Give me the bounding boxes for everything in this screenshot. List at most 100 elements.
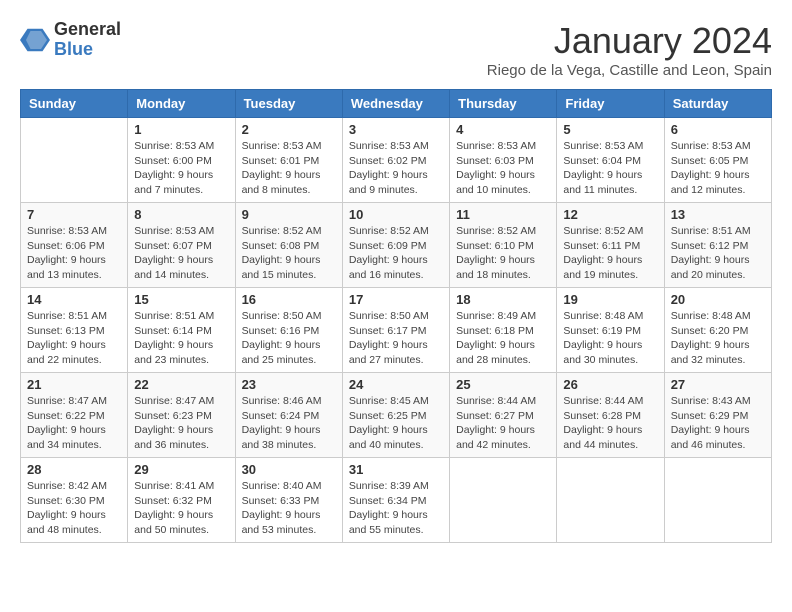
calendar-cell: 23Sunrise: 8:46 AM Sunset: 6:24 PM Dayli… bbox=[235, 373, 342, 458]
day-number: 20 bbox=[671, 292, 765, 307]
calendar-table: SundayMondayTuesdayWednesdayThursdayFrid… bbox=[20, 89, 772, 543]
calendar-body: 1 Sunrise: 8:53 AM Sunset: 6:00 PM Daylig… bbox=[21, 118, 772, 543]
day-number: 23 bbox=[242, 377, 336, 392]
day-info: Sunrise: 8:41 AM Sunset: 6:32 PM Dayligh… bbox=[134, 479, 228, 538]
calendar-cell bbox=[21, 118, 128, 203]
calendar-cell: 27 Sunrise: 8:43 AM Sunset: 6:29 PM Dayli… bbox=[664, 373, 771, 458]
logo-blue-text: Blue bbox=[54, 40, 121, 60]
calendar-cell: 4Sunrise: 8:53 AM Sunset: 6:03 PM Daylig… bbox=[450, 118, 557, 203]
calendar-cell: 11Sunrise: 8:52 AM Sunset: 6:10 PM Dayli… bbox=[450, 203, 557, 288]
logo: General Blue bbox=[20, 20, 121, 60]
day-info: Sunrise: 8:53 AM Sunset: 6:02 PM Dayligh… bbox=[349, 139, 443, 198]
day-number: 6 bbox=[671, 122, 765, 137]
day-number: 22 bbox=[134, 377, 228, 392]
calendar-cell: 7 Sunrise: 8:53 AM Sunset: 6:06 PM Daylig… bbox=[21, 203, 128, 288]
day-info: Sunrise: 8:43 AM Sunset: 6:29 PM Dayligh… bbox=[671, 394, 765, 453]
calendar-cell bbox=[450, 458, 557, 543]
day-info: Sunrise: 8:45 AM Sunset: 6:25 PM Dayligh… bbox=[349, 394, 443, 453]
calendar-cell: 19 Sunrise: 8:48 AM Sunset: 6:19 PM Dayli… bbox=[557, 288, 664, 373]
day-number: 7 bbox=[27, 207, 121, 222]
calendar-cell: 26 Sunrise: 8:44 AM Sunset: 6:28 PM Dayli… bbox=[557, 373, 664, 458]
calendar-cell: 28Sunrise: 8:42 AM Sunset: 6:30 PM Dayli… bbox=[21, 458, 128, 543]
calendar-cell bbox=[664, 458, 771, 543]
calendar-cell: 21Sunrise: 8:47 AM Sunset: 6:22 PM Dayli… bbox=[21, 373, 128, 458]
day-info: Sunrise: 8:48 AM Sunset: 6:19 PM Dayligh… bbox=[563, 309, 657, 368]
page-header: General Blue January 2024 Riego de la Ve… bbox=[20, 20, 772, 79]
weekday-header-saturday: Saturday bbox=[664, 90, 771, 118]
logo-text: General Blue bbox=[54, 20, 121, 60]
day-info: Sunrise: 8:44 AM Sunset: 6:28 PM Dayligh… bbox=[563, 394, 657, 453]
day-info: Sunrise: 8:52 AM Sunset: 6:09 PM Dayligh… bbox=[349, 224, 443, 283]
day-number: 13 bbox=[671, 207, 765, 222]
day-number: 2 bbox=[242, 122, 336, 137]
day-info: Sunrise: 8:53 AM Sunset: 6:00 PM Dayligh… bbox=[134, 139, 228, 198]
day-number: 4 bbox=[456, 122, 550, 137]
calendar-cell bbox=[557, 458, 664, 543]
calendar-cell: 8Sunrise: 8:53 AM Sunset: 6:07 PM Daylig… bbox=[128, 203, 235, 288]
day-info: Sunrise: 8:53 AM Sunset: 6:05 PM Dayligh… bbox=[671, 139, 765, 198]
day-info: Sunrise: 8:53 AM Sunset: 6:06 PM Dayligh… bbox=[27, 224, 121, 283]
day-info: Sunrise: 8:51 AM Sunset: 6:12 PM Dayligh… bbox=[671, 224, 765, 283]
day-info: Sunrise: 8:47 AM Sunset: 6:22 PM Dayligh… bbox=[27, 394, 121, 453]
calendar-week-row: 1 Sunrise: 8:53 AM Sunset: 6:00 PM Daylig… bbox=[21, 118, 772, 203]
logo-icon bbox=[20, 25, 50, 55]
weekday-header-sunday: Sunday bbox=[21, 90, 128, 118]
day-info: Sunrise: 8:40 AM Sunset: 6:33 PM Dayligh… bbox=[242, 479, 336, 538]
day-info: Sunrise: 8:50 AM Sunset: 6:16 PM Dayligh… bbox=[242, 309, 336, 368]
day-number: 1 bbox=[134, 122, 228, 137]
day-info: Sunrise: 8:44 AM Sunset: 6:27 PM Dayligh… bbox=[456, 394, 550, 453]
calendar-subtitle: Riego de la Vega, Castille and Leon, Spa… bbox=[487, 62, 772, 79]
calendar-cell: 24 Sunrise: 8:45 AM Sunset: 6:25 PM Dayli… bbox=[342, 373, 449, 458]
day-number: 25 bbox=[456, 377, 550, 392]
calendar-cell: 14 Sunrise: 8:51 AM Sunset: 6:13 PM Dayli… bbox=[21, 288, 128, 373]
weekday-header-friday: Friday bbox=[557, 90, 664, 118]
day-number: 16 bbox=[242, 292, 336, 307]
day-number: 31 bbox=[349, 462, 443, 477]
calendar-cell: 5 Sunrise: 8:53 AM Sunset: 6:04 PM Daylig… bbox=[557, 118, 664, 203]
day-info: Sunrise: 8:52 AM Sunset: 6:08 PM Dayligh… bbox=[242, 224, 336, 283]
day-info: Sunrise: 8:51 AM Sunset: 6:13 PM Dayligh… bbox=[27, 309, 121, 368]
day-number: 26 bbox=[563, 377, 657, 392]
day-number: 18 bbox=[456, 292, 550, 307]
day-info: Sunrise: 8:52 AM Sunset: 6:11 PM Dayligh… bbox=[563, 224, 657, 283]
calendar-cell: 12 Sunrise: 8:52 AM Sunset: 6:11 PM Dayli… bbox=[557, 203, 664, 288]
calendar-cell: 20 Sunrise: 8:48 AM Sunset: 6:20 PM Dayli… bbox=[664, 288, 771, 373]
calendar-cell: 25 Sunrise: 8:44 AM Sunset: 6:27 PM Dayli… bbox=[450, 373, 557, 458]
calendar-week-row: 14 Sunrise: 8:51 AM Sunset: 6:13 PM Dayli… bbox=[21, 288, 772, 373]
day-info: Sunrise: 8:49 AM Sunset: 6:18 PM Dayligh… bbox=[456, 309, 550, 368]
calendar-cell: 1 Sunrise: 8:53 AM Sunset: 6:00 PM Daylig… bbox=[128, 118, 235, 203]
calendar-cell: 9 Sunrise: 8:52 AM Sunset: 6:08 PM Daylig… bbox=[235, 203, 342, 288]
day-number: 12 bbox=[563, 207, 657, 222]
day-number: 17 bbox=[349, 292, 443, 307]
day-number: 14 bbox=[27, 292, 121, 307]
day-info: Sunrise: 8:50 AM Sunset: 6:17 PM Dayligh… bbox=[349, 309, 443, 368]
day-info: Sunrise: 8:52 AM Sunset: 6:10 PM Dayligh… bbox=[456, 224, 550, 283]
day-number: 3 bbox=[349, 122, 443, 137]
calendar-title: January 2024 bbox=[487, 20, 772, 62]
day-info: Sunrise: 8:39 AM Sunset: 6:34 PM Dayligh… bbox=[349, 479, 443, 538]
day-info: Sunrise: 8:53 AM Sunset: 6:04 PM Dayligh… bbox=[563, 139, 657, 198]
calendar-cell: 13 Sunrise: 8:51 AM Sunset: 6:12 PM Dayli… bbox=[664, 203, 771, 288]
day-info: Sunrise: 8:47 AM Sunset: 6:23 PM Dayligh… bbox=[134, 394, 228, 453]
calendar-cell: 2 Sunrise: 8:53 AM Sunset: 6:01 PM Daylig… bbox=[235, 118, 342, 203]
day-info: Sunrise: 8:48 AM Sunset: 6:20 PM Dayligh… bbox=[671, 309, 765, 368]
calendar-cell: 16 Sunrise: 8:50 AM Sunset: 6:16 PM Dayli… bbox=[235, 288, 342, 373]
day-number: 27 bbox=[671, 377, 765, 392]
day-info: Sunrise: 8:51 AM Sunset: 6:14 PM Dayligh… bbox=[134, 309, 228, 368]
day-number: 19 bbox=[563, 292, 657, 307]
weekday-header-row: SundayMondayTuesdayWednesdayThursdayFrid… bbox=[21, 90, 772, 118]
calendar-week-row: 21Sunrise: 8:47 AM Sunset: 6:22 PM Dayli… bbox=[21, 373, 772, 458]
calendar-cell: 10 Sunrise: 8:52 AM Sunset: 6:09 PM Dayli… bbox=[342, 203, 449, 288]
day-number: 10 bbox=[349, 207, 443, 222]
weekday-header-thursday: Thursday bbox=[450, 90, 557, 118]
day-number: 5 bbox=[563, 122, 657, 137]
calendar-cell: 6 Sunrise: 8:53 AM Sunset: 6:05 PM Daylig… bbox=[664, 118, 771, 203]
day-number: 9 bbox=[242, 207, 336, 222]
logo-general-text: General bbox=[54, 20, 121, 40]
day-number: 15 bbox=[134, 292, 228, 307]
day-number: 24 bbox=[349, 377, 443, 392]
day-info: Sunrise: 8:53 AM Sunset: 6:01 PM Dayligh… bbox=[242, 139, 336, 198]
calendar-cell: 29Sunrise: 8:41 AM Sunset: 6:32 PM Dayli… bbox=[128, 458, 235, 543]
weekday-header-monday: Monday bbox=[128, 90, 235, 118]
calendar-cell: 17 Sunrise: 8:50 AM Sunset: 6:17 PM Dayli… bbox=[342, 288, 449, 373]
